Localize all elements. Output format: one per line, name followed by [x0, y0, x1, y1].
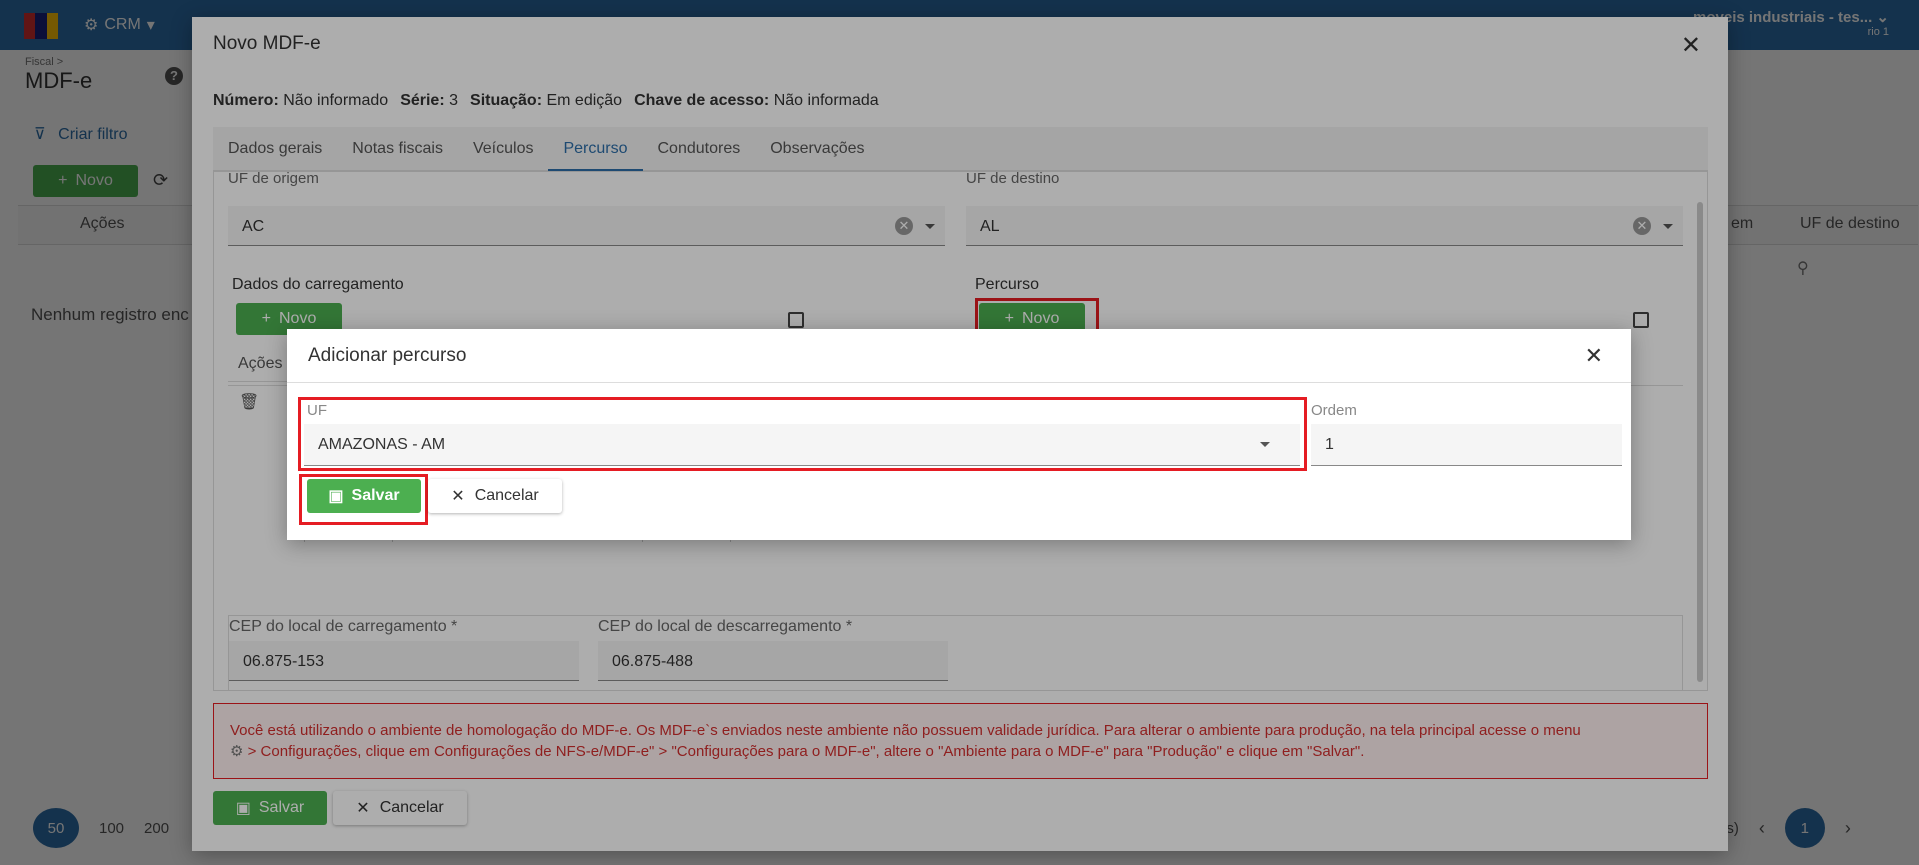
close-icon: ✕ [451, 488, 465, 505]
dialog-title: Adicionar percurso [308, 345, 467, 366]
dialog-cancelar-button[interactable]: ✕ Cancelar [428, 479, 562, 513]
highlight-box [298, 397, 1307, 471]
adicionar-percurso-dialog: Adicionar percurso ✕ UF AMAZONAS - AM Or… [287, 329, 1631, 540]
ordem-label: Ordem [1311, 402, 1357, 419]
highlight-box [299, 474, 428, 525]
ordem-input[interactable]: 1 [1311, 424, 1622, 466]
close-icon[interactable]: ✕ [1585, 343, 1603, 369]
